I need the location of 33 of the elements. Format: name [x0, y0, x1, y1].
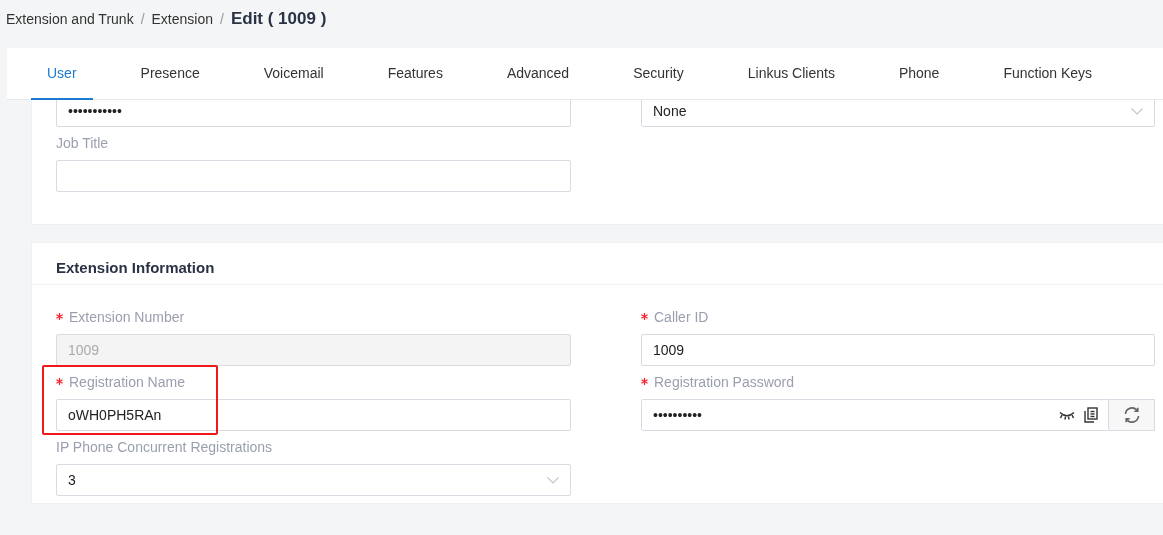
page-title: Edit ( 1009 ) — [230, 9, 327, 29]
tab[interactable]: Features — [371, 48, 459, 100]
breadcrumb-separator: / — [220, 11, 224, 27]
tab[interactable]: Function Keys — [987, 48, 1109, 100]
field-label: Job Title — [56, 135, 109, 151]
refresh-icon — [1122, 406, 1141, 424]
breadcrumb-link[interactable]: Extension and Trunk — [6, 11, 134, 27]
input-field[interactable]: ••••••••••• — [56, 100, 571, 127]
tab[interactable]: Advanced — [490, 48, 586, 100]
select-field[interactable]: None — [641, 100, 1155, 127]
breadcrumb-link[interactable]: Extension — [151, 11, 213, 27]
section-title: Extension Information — [56, 258, 215, 276]
field-label: Caller ID — [654, 309, 709, 325]
tab[interactable]: Phone — [882, 48, 956, 100]
input-field[interactable] — [56, 160, 571, 192]
select-field[interactable]: 3 — [56, 464, 571, 496]
password-field[interactable]: •••••••••• — [641, 399, 1109, 431]
field-label: Registration Password — [654, 374, 795, 390]
tab[interactable]: Voicemail — [247, 48, 340, 100]
field-label: IP Phone Concurrent Registrations — [56, 439, 273, 455]
tab[interactable]: Linkus Clients — [731, 48, 851, 100]
input-field[interactable]: 1009 — [641, 334, 1155, 366]
field-label: Registration Name — [69, 374, 185, 390]
regenerate-button[interactable] — [1109, 399, 1155, 431]
input-field[interactable]: oWH0PH5RAn — [56, 399, 571, 431]
chevron-down-icon — [1131, 107, 1143, 115]
copy-icon[interactable] — [1084, 407, 1098, 423]
eye-closed-icon[interactable] — [1059, 410, 1075, 420]
field-label: Extension Number — [69, 309, 185, 325]
tab[interactable]: Security — [617, 48, 700, 100]
breadcrumb-separator: / — [140, 11, 145, 27]
chevron-down-icon — [547, 476, 559, 484]
tab[interactable]: Presence — [124, 48, 216, 100]
